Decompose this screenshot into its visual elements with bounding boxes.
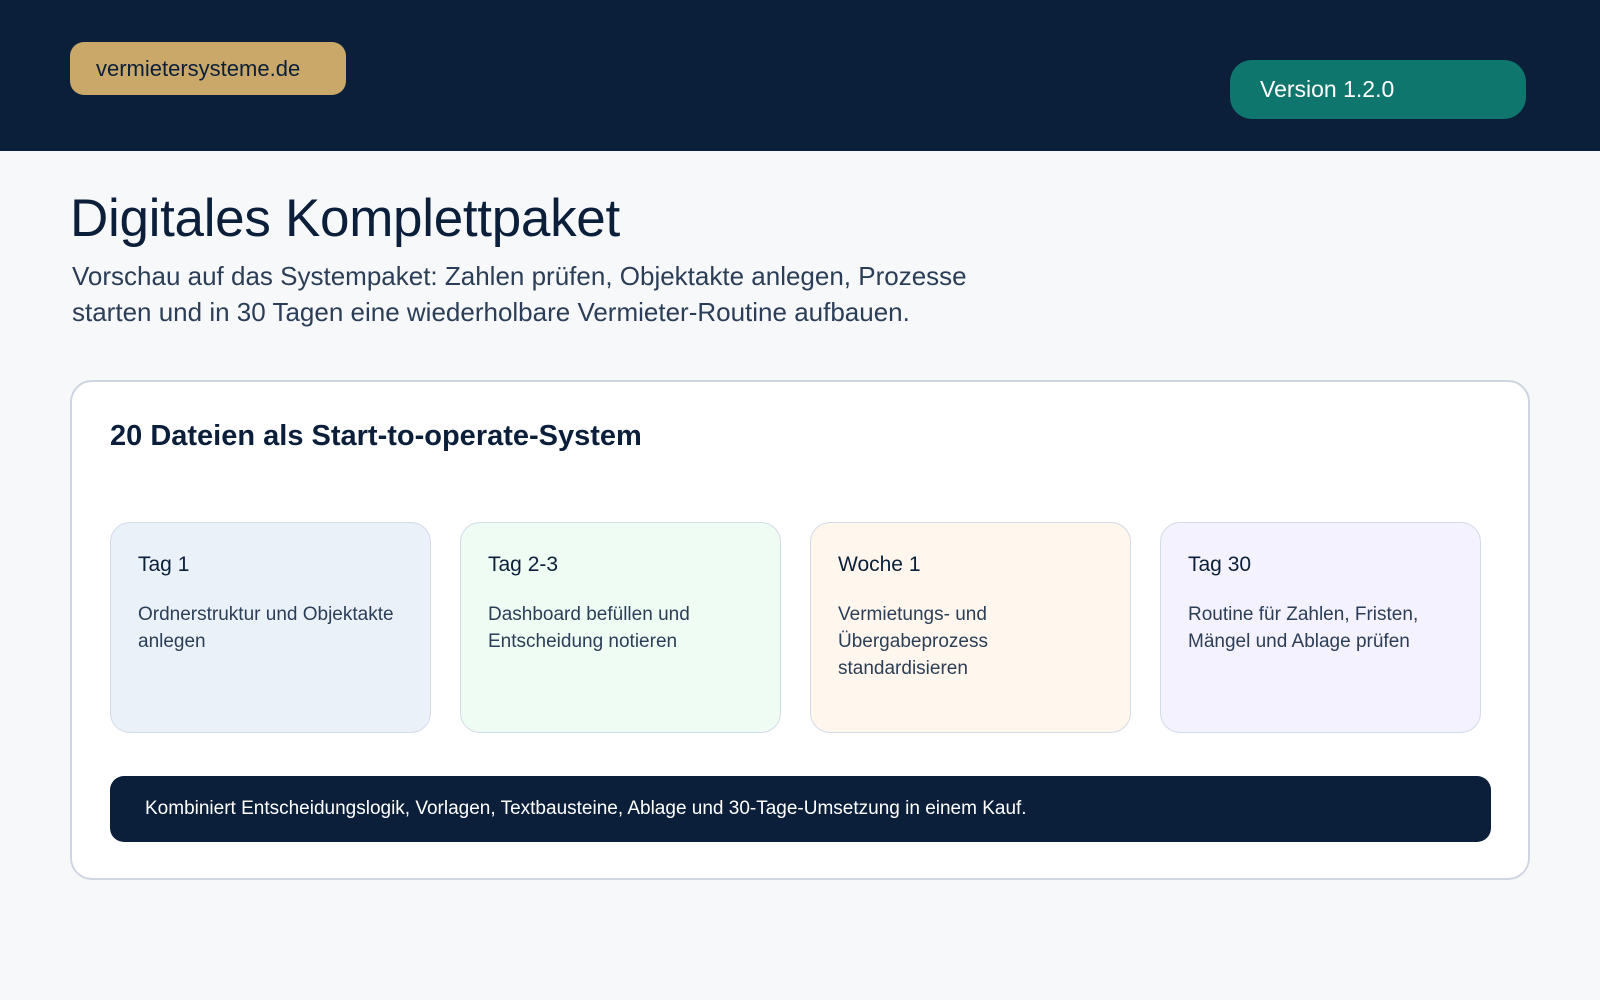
step-title: Tag 30	[1188, 553, 1252, 576]
page-subtitle: Vorschau auf das Systempaket: Zahlen prü…	[72, 261, 967, 327]
step-card-tag-30: Tag 30 Routine für Zahlen, Fristen, Mäng…	[1160, 522, 1481, 733]
version-badge: Version 1.2.0	[1230, 60, 1526, 119]
step-title: Tag 1	[138, 553, 190, 576]
step-card-woche-1: Woche 1 Vermietungs- und Übergabeprozess…	[810, 522, 1131, 733]
panel-title: 20 Dateien als Start-to-operate-System	[110, 420, 642, 452]
step-description: Dashboard befüllen und Entscheidung noti…	[488, 604, 690, 652]
package-panel: 20 Dateien als Start-to-operate-System T…	[70, 380, 1530, 880]
summary-bar: Kombiniert Entscheidungslogik, Vorlagen,…	[110, 776, 1491, 842]
step-title: Tag 2-3	[488, 553, 559, 576]
step-card-tag-2-3: Tag 2-3 Dashboard befüllen und Entscheid…	[460, 522, 781, 733]
page-title: Digitales Komplettpaket	[70, 189, 620, 248]
step-card-tag-1: Tag 1 Ordnerstruktur und Objektakte anle…	[110, 522, 431, 733]
header: vermietersysteme.de Version 1.2.0	[0, 0, 1600, 151]
step-description: Vermietungs- und Übergabeprozess standar…	[838, 604, 988, 679]
step-description: Routine für Zahlen, Fristen, Mängel und …	[1188, 604, 1419, 652]
brand-badge[interactable]: vermietersysteme.de	[70, 42, 346, 95]
step-title: Woche 1	[838, 553, 921, 576]
step-description: Ordnerstruktur und Objektakte anlegen	[138, 604, 394, 652]
